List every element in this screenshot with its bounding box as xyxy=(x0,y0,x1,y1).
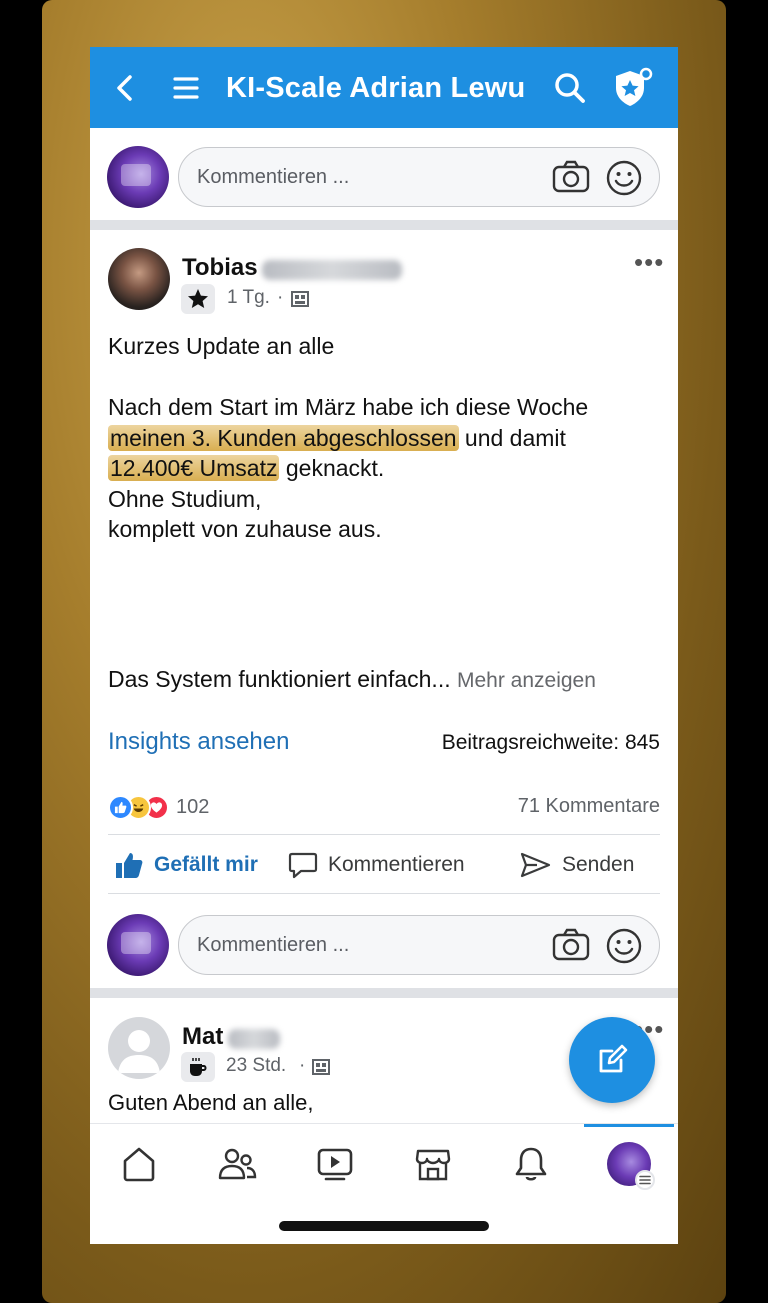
home-indicator xyxy=(279,1221,489,1231)
search-icon[interactable] xyxy=(550,47,590,128)
shield-star-icon[interactable] xyxy=(608,47,656,128)
post-options-icon[interactable]: ••• xyxy=(634,247,664,278)
camera-icon[interactable] xyxy=(551,159,591,195)
menu-icon[interactable] xyxy=(170,47,202,128)
author-avatar[interactable] xyxy=(108,1017,170,1079)
avatar[interactable] xyxy=(107,914,169,976)
post-line-rest: geknackt. xyxy=(279,455,385,481)
group-visibility-icon xyxy=(290,290,310,314)
comment-placeholder: Kommentieren ... xyxy=(197,934,350,956)
coffee-badge-icon xyxy=(181,1052,215,1082)
emoji-icon[interactable] xyxy=(605,159,643,197)
post-line: 12.400€ Umsatz geknackt. xyxy=(108,453,668,484)
author-name[interactable]: Mat xyxy=(182,1023,223,1051)
meta-separator: · xyxy=(277,287,284,308)
divider-line xyxy=(108,834,660,835)
post-line-rest: und damit xyxy=(458,424,566,451)
post-line: Nach dem Start im März habe ich diese Wo… xyxy=(108,394,589,420)
comment-bubble-icon xyxy=(288,852,318,879)
section-divider xyxy=(90,220,678,230)
post-line: Kurzes Update an alle xyxy=(108,333,335,359)
post-reach: Beitragsreichweite: 845 xyxy=(441,731,660,754)
thumbs-up-icon xyxy=(116,853,143,878)
meta-separator: · xyxy=(299,1055,306,1076)
insights-link[interactable]: Insights ansehen xyxy=(108,728,289,756)
compose-post-button[interactable] xyxy=(569,1017,655,1103)
active-tab-indicator xyxy=(584,1124,674,1127)
highlight: meinen 3. Kunden abgeschlossen xyxy=(108,424,459,451)
comment-placeholder: Kommentieren ... xyxy=(197,166,350,188)
post-time: 23 Std. xyxy=(226,1055,287,1076)
avatar[interactable] xyxy=(107,146,169,208)
truncated-text: Das System funktioniert einfach... xyxy=(108,666,451,692)
like-label: Gefällt mir xyxy=(154,853,258,876)
profile-avatar[interactable] xyxy=(599,1142,659,1190)
post-body: Guten Abend an alle, xyxy=(108,1090,314,1115)
group-title: KI-Scale Adrian Lewu xyxy=(226,72,526,104)
comment-composer: Kommentieren ... xyxy=(90,902,678,990)
back-icon[interactable] xyxy=(110,47,140,128)
reactions-summary[interactable]: 102 xyxy=(108,793,209,821)
post-line: komplett von zuhause aus. xyxy=(108,516,382,542)
blurred-surname xyxy=(228,1029,280,1049)
home-icon[interactable] xyxy=(109,1142,169,1186)
post-body: Kurzes Update an alle Nach dem Start im … xyxy=(108,331,668,545)
emoji-icon[interactable] xyxy=(605,927,643,965)
menu-badge-icon xyxy=(635,1170,655,1190)
blurred-surname xyxy=(262,260,402,280)
post-line: Ohne Studium, xyxy=(108,485,262,512)
post-line: meinen 3. Kunden abgeschlossen und damit xyxy=(108,423,668,454)
author-avatar[interactable] xyxy=(108,248,170,310)
marketplace-icon[interactable] xyxy=(403,1142,463,1186)
comment-button[interactable]: Kommentieren xyxy=(288,842,465,888)
group-visibility-icon xyxy=(311,1058,331,1082)
edit-icon xyxy=(599,1044,628,1073)
author-name[interactable]: Tobias xyxy=(182,254,258,282)
send-button[interactable]: Senden xyxy=(520,842,634,888)
phone-screen: KI-Scale Adrian Lewu Kommentieren ... To… xyxy=(90,47,678,1244)
top-app-bar: KI-Scale Adrian Lewu xyxy=(90,47,678,128)
bell-icon[interactable] xyxy=(501,1142,561,1186)
groups-icon[interactable] xyxy=(207,1142,267,1186)
like-reaction-icon xyxy=(108,794,133,820)
comment-composer: Kommentieren ... xyxy=(90,134,678,222)
highlight: 12.400€ Umsatz xyxy=(108,455,280,481)
like-button[interactable]: Gefällt mir xyxy=(114,842,258,888)
avatar xyxy=(607,1142,655,1190)
divider-line xyxy=(108,893,660,894)
video-icon[interactable] xyxy=(305,1142,365,1186)
star-badge-icon xyxy=(181,284,215,314)
post-time: 1 Tg. xyxy=(227,287,270,308)
comment-input[interactable]: Kommentieren ... xyxy=(178,915,660,975)
comment-label: Kommentieren xyxy=(328,853,465,876)
comment-count[interactable]: 71 Kommentare xyxy=(518,795,660,818)
send-icon xyxy=(520,852,551,878)
reaction-count: 102 xyxy=(176,795,210,818)
truncated-line: Das System funktioniert einfach... Mehr … xyxy=(108,666,596,693)
camera-icon[interactable] xyxy=(551,927,591,963)
show-more-link[interactable]: Mehr anzeigen xyxy=(457,669,596,692)
comment-input[interactable]: Kommentieren ... xyxy=(178,147,660,207)
section-divider xyxy=(90,988,678,998)
send-label: Senden xyxy=(562,853,635,876)
